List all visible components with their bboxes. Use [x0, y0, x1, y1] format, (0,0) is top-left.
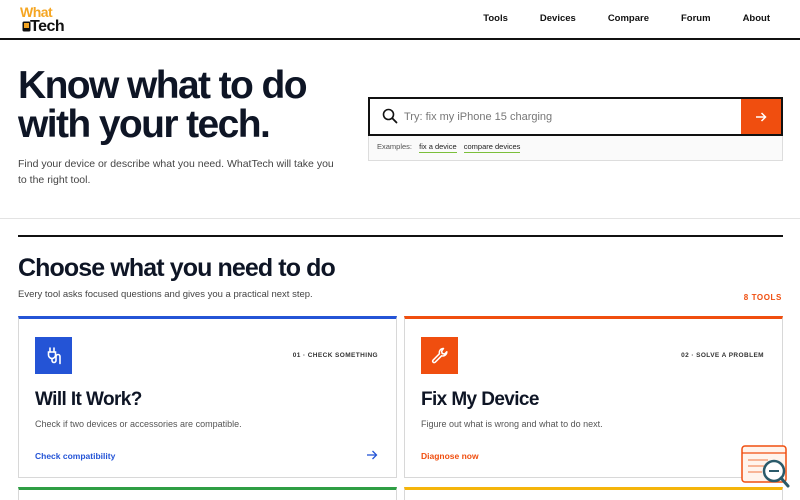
search-submit-button[interactable]: [741, 99, 781, 134]
arrow-right-icon: [756, 111, 767, 122]
hero-subtitle: Find your device or describe what you ne…: [18, 158, 334, 186]
card-description: Check if two devices or accessories are …: [35, 419, 242, 429]
section-rule: [18, 235, 783, 237]
card-description: Figure out what is wrong and what to do …: [421, 419, 603, 429]
nav-tools[interactable]: Tools: [483, 13, 508, 24]
search-input[interactable]: [404, 106, 734, 128]
tool-card-fix-my-device[interactable]: 02 · SOLVE A PROBLEM Fix My Device Figur…: [404, 316, 783, 478]
section-subtitle: Every tool asks focused questions and gi…: [18, 289, 313, 300]
search-box: [368, 97, 783, 136]
search-icon: [382, 108, 398, 124]
arrow-right-icon[interactable]: [366, 449, 378, 461]
check-compatibility-link[interactable]: Check compatibility: [35, 451, 115, 461]
card-tag: 01 · CHECK SOMETHING: [292, 352, 378, 359]
logo-tech-text: Tech: [30, 18, 65, 35]
examples-label: Examples:: [377, 142, 413, 151]
hero-title-line1: Know what to do: [18, 64, 308, 107]
example-fix-device[interactable]: fix a device: [419, 142, 457, 153]
whattech-logo[interactable]: What Tech: [18, 5, 76, 35]
nav-forum[interactable]: Forum: [681, 13, 711, 24]
wrench-icon: [421, 337, 458, 374]
plug-icon: [35, 337, 72, 374]
main-nav: Tools Devices Compare Forum About: [451, 13, 770, 24]
site-header: What Tech Tools Devices Compare Forum Ab…: [0, 0, 800, 40]
nav-about[interactable]: About: [743, 13, 770, 24]
card-title: Fix My Device: [421, 389, 539, 410]
hero-title: Know what to do with your tech.: [18, 66, 348, 144]
nav-devices[interactable]: Devices: [540, 13, 576, 24]
tool-card-peek-yellow[interactable]: [404, 487, 783, 500]
example-compare-devices[interactable]: compare devices: [463, 142, 521, 153]
tool-count-badge: 8 TOOLS: [743, 293, 782, 302]
diagnose-now-link[interactable]: Diagnose now: [421, 451, 479, 461]
search-examples: Examples: fix a device compare devices: [368, 136, 783, 161]
section-title: Choose what you need to do: [18, 254, 336, 282]
hero-divider: [0, 218, 800, 219]
card-title: Will It Work?: [35, 389, 142, 410]
tool-card-peek-green[interactable]: [18, 487, 397, 500]
logo-what-text: What: [20, 4, 53, 20]
search-help-widget-icon[interactable]: [740, 444, 792, 492]
hero-title-line2: with your tech.: [18, 103, 271, 146]
tool-card-will-it-work[interactable]: 01 · CHECK SOMETHING Will It Work? Check…: [18, 316, 397, 478]
nav-compare[interactable]: Compare: [608, 13, 649, 24]
card-tag: 02 · SOLVE A PROBLEM: [681, 352, 764, 359]
